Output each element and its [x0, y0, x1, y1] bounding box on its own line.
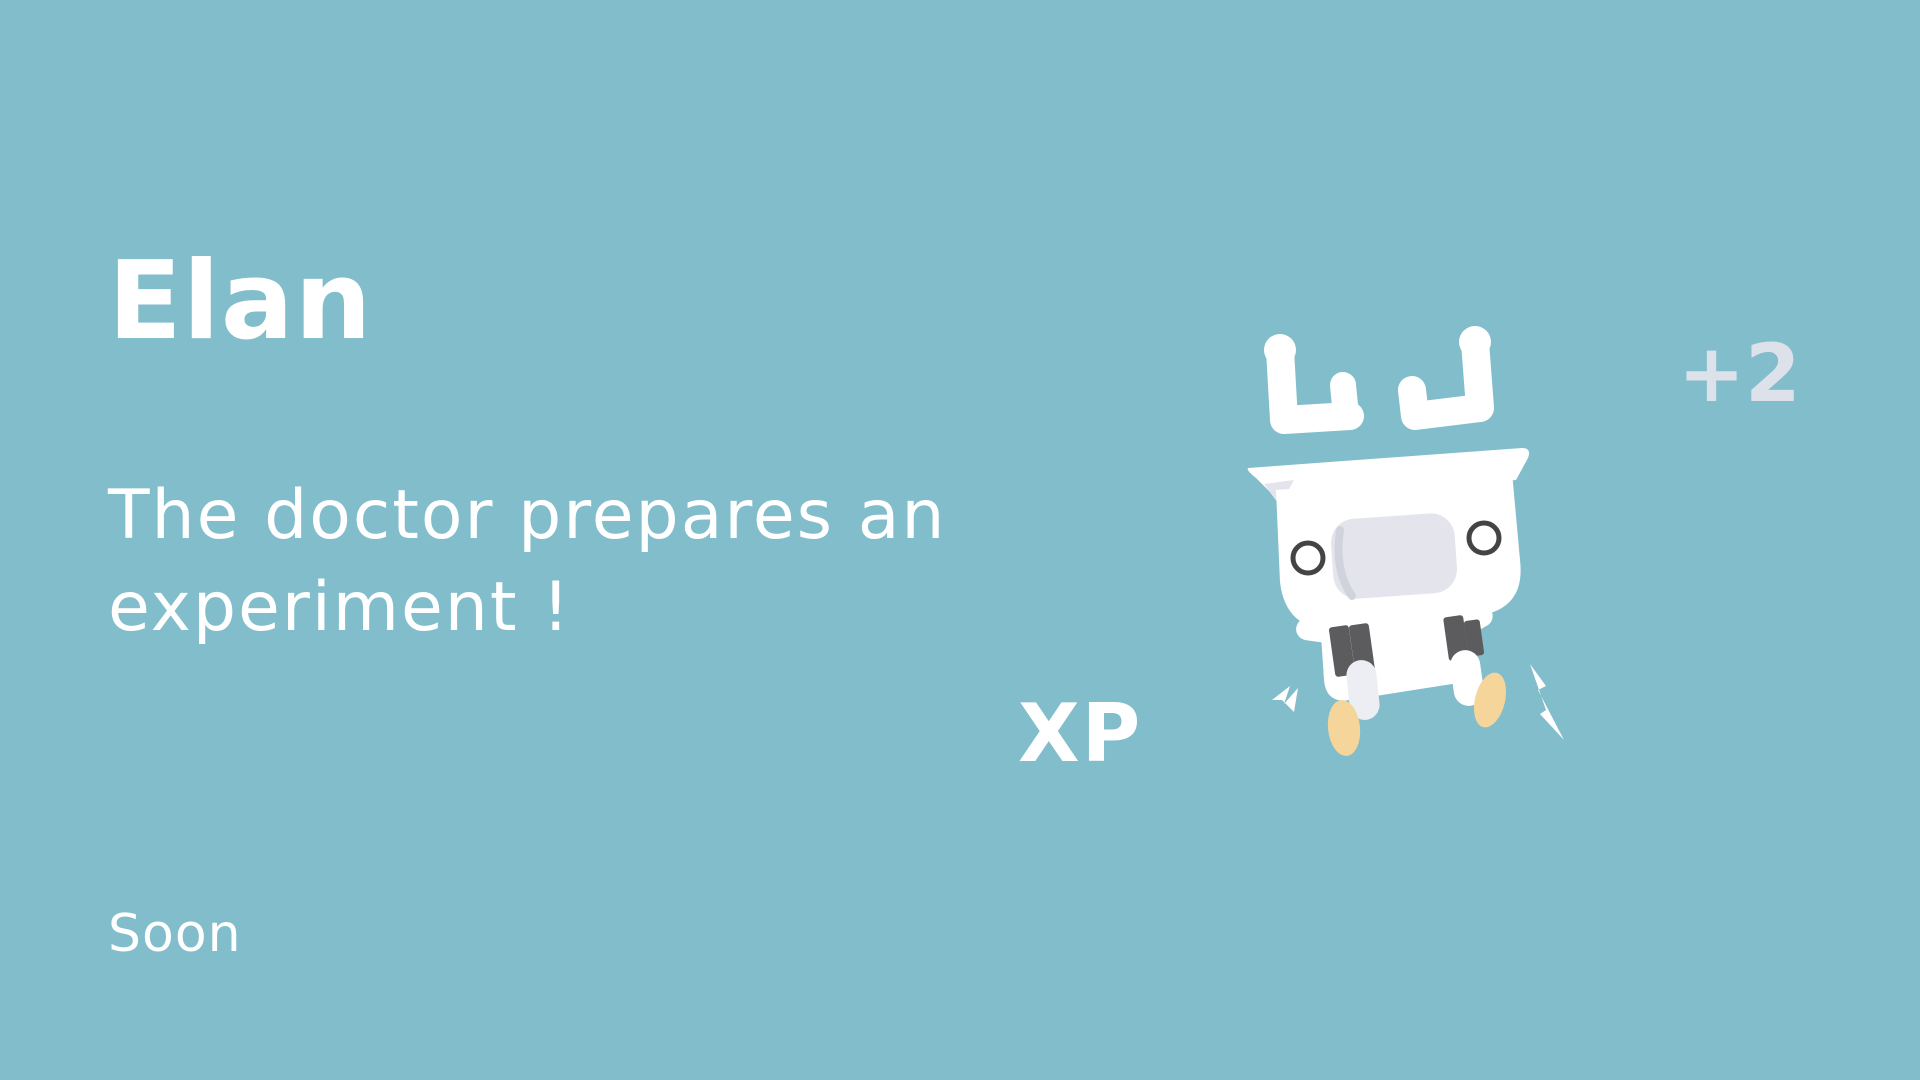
robot-mascot-icon: [1247, 326, 1564, 756]
achievement-card: Elan The doctor prepares an experiment !…: [0, 0, 1920, 1080]
card-description: The doctor prepares an experiment !: [108, 476, 947, 647]
xp-label: XP: [1018, 687, 1143, 780]
card-title: Elan: [108, 239, 373, 364]
xp-amount: +2: [1678, 327, 1801, 420]
status-label: Soon: [108, 904, 242, 964]
